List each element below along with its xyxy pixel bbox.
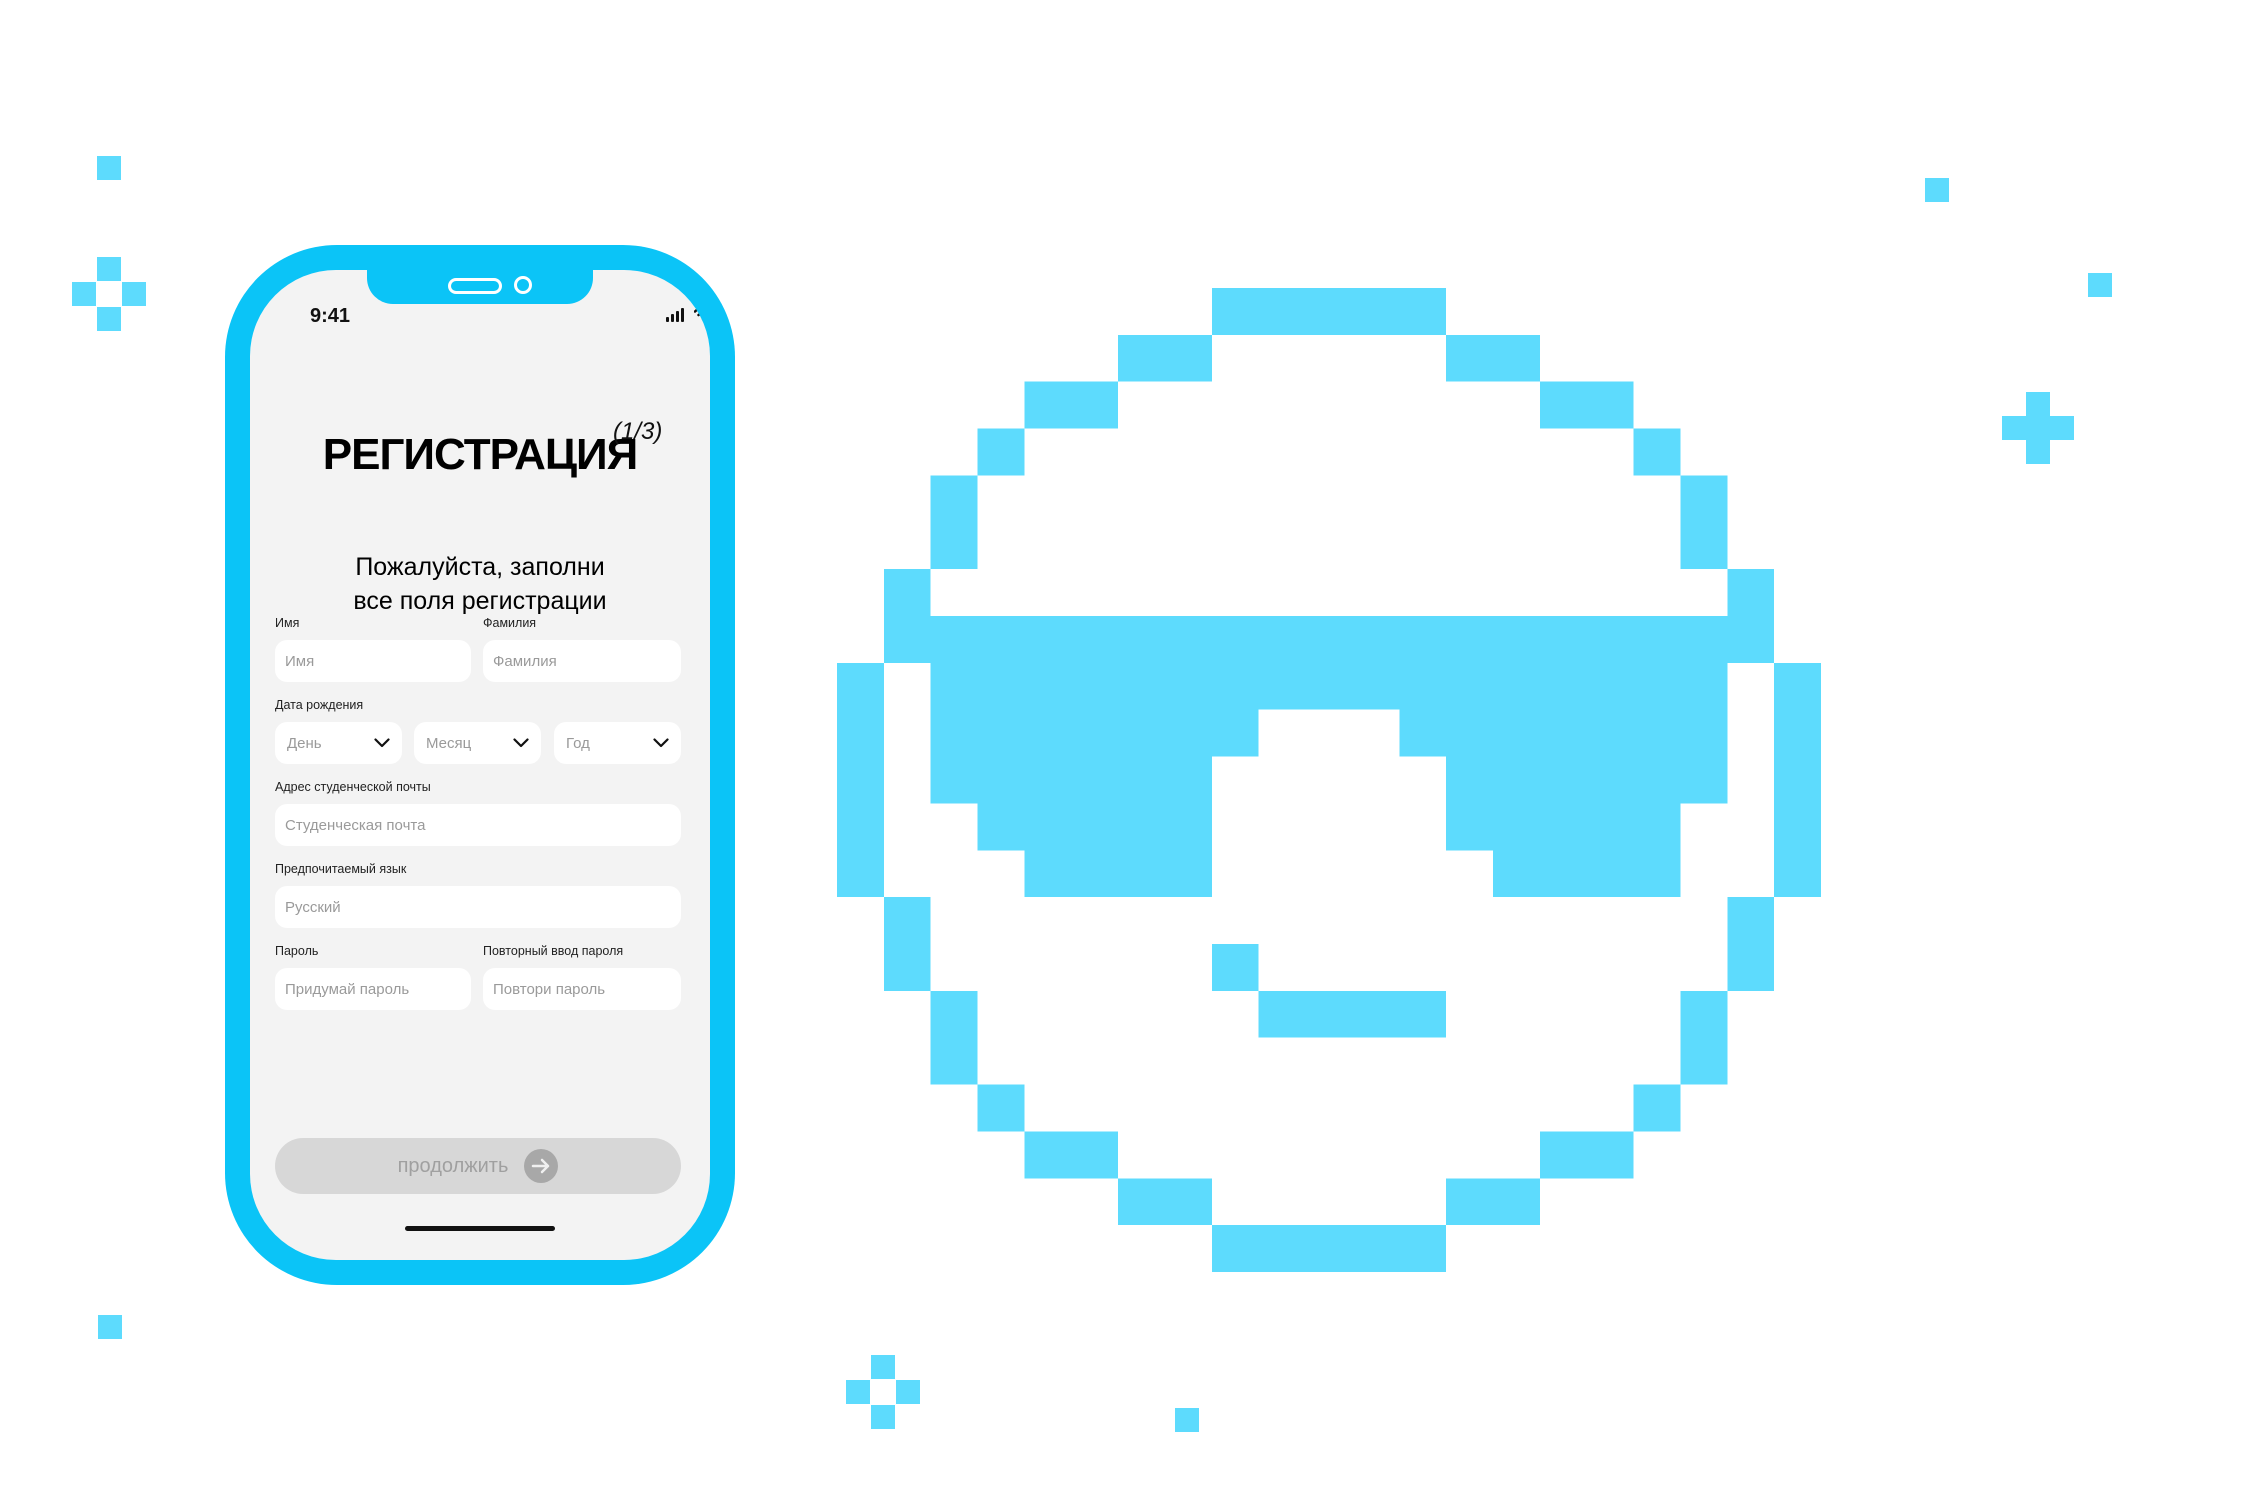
- phone-notch: [367, 270, 593, 304]
- first-name-label: Имя: [275, 616, 300, 630]
- month-select-value: Месяц: [426, 734, 472, 752]
- decor-pixel-cross: [72, 282, 96, 306]
- decor-pixel-cross: [846, 1380, 870, 1404]
- decor-pixel: [1175, 1408, 1199, 1432]
- page-subtitle: Пожалуйста, заполни все поля регистрации: [250, 550, 710, 618]
- language-value: Русский: [285, 898, 341, 916]
- chevron-down-icon: [374, 738, 390, 748]
- decor-pixel-cross: [97, 307, 121, 331]
- email-placeholder: Студенческая почта: [285, 816, 426, 834]
- decor-pixel-cross: [871, 1355, 895, 1379]
- home-indicator: [405, 1226, 555, 1231]
- phone-screen: 9:41 РЕГИСТРАЦИЯ (1/3) Пожалуйста, запол…: [250, 270, 710, 1260]
- month-select[interactable]: Месяц: [414, 722, 541, 764]
- pixel-smiley-sunglasses-icon: [837, 288, 1821, 1272]
- step-indicator: (1/3): [613, 418, 663, 445]
- phone-frame: 9:41 РЕГИСТРАЦИЯ (1/3) Пожалуйста, запол…: [225, 245, 735, 1285]
- decor-pixel: [2088, 273, 2112, 297]
- decor-pixel: [97, 156, 121, 180]
- continue-button[interactable]: продолжить: [275, 1138, 681, 1194]
- camera-icon: [514, 276, 532, 294]
- last-name-input[interactable]: Фамилия: [483, 640, 681, 682]
- password-repeat-placeholder: Повтори пароль: [493, 980, 606, 998]
- password-repeat-label: Повторный ввод пароля: [483, 944, 624, 958]
- decor-pixel: [1925, 178, 1949, 202]
- subtitle-line: все поля регистрации: [353, 587, 607, 615]
- day-select-value: День: [287, 734, 322, 752]
- email-input[interactable]: Студенческая почта: [275, 804, 681, 846]
- password-input[interactable]: Придумай пароль: [275, 968, 471, 1010]
- birth-date-label: Дата рождения: [275, 698, 364, 712]
- wifi-icon: [694, 306, 710, 322]
- decor-pixel-cross: [97, 257, 121, 281]
- continue-button-label: продолжить: [397, 1154, 509, 1177]
- speaker-icon: [448, 278, 502, 294]
- chevron-down-icon: [513, 738, 529, 748]
- decor-pixel-cross: [896, 1380, 920, 1404]
- decor-pixel-cross: [122, 282, 146, 306]
- language-input[interactable]: Русский: [275, 886, 681, 928]
- language-label: Предпочитаемый язык: [275, 862, 407, 876]
- password-label: Пароль: [275, 944, 319, 958]
- decor-pixel: [98, 1315, 122, 1339]
- decor-pixel-cross: [871, 1405, 895, 1429]
- password-repeat-input[interactable]: Повтори пароль: [483, 968, 681, 1010]
- last-name-placeholder: Фамилия: [493, 652, 557, 670]
- last-name-label: Фамилия: [483, 616, 537, 630]
- chevron-down-icon: [653, 738, 669, 748]
- status-time: 9:41: [310, 305, 351, 327]
- arrow-right-icon: [524, 1149, 559, 1183]
- first-name-input[interactable]: Имя: [275, 640, 471, 682]
- page-title: РЕГИСТРАЦИЯ: [322, 430, 638, 479]
- year-select-value: Год: [566, 734, 590, 752]
- email-label: Адрес студенческой почты: [275, 780, 431, 794]
- year-select[interactable]: Год: [554, 722, 681, 764]
- first-name-placeholder: Имя: [285, 652, 315, 670]
- signal-icon: [666, 306, 688, 322]
- day-select[interactable]: День: [275, 722, 402, 764]
- password-placeholder: Придумай пароль: [285, 980, 410, 998]
- decor-pixel-plus: [2002, 416, 2074, 440]
- subtitle-line: Пожалуйста, заполни: [355, 553, 605, 581]
